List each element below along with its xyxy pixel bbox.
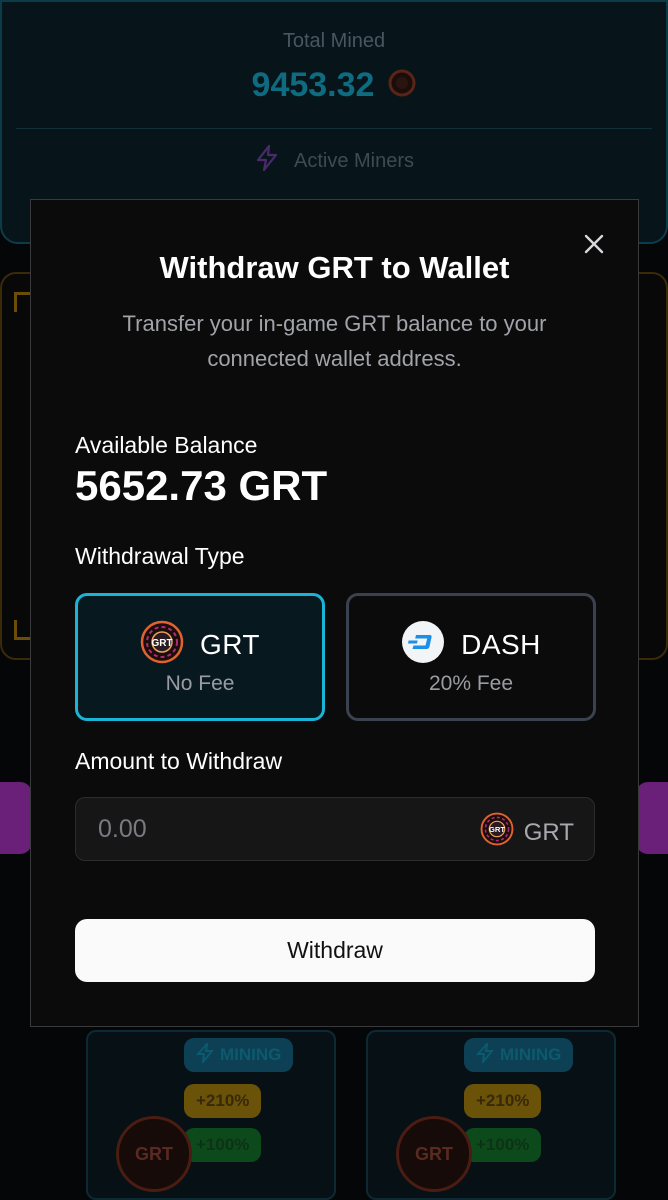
total-mined-label: Total Mined (282, 30, 386, 52)
withdraw-modal: Withdraw GRT to Wallet Transfer your in-… (30, 199, 639, 1027)
withdrawal-type-fee: No Fee (165, 672, 235, 695)
mining-status-label: MINING (500, 1045, 562, 1064)
mining-status-label: MINING (220, 1045, 282, 1064)
miner-card: MINING +210% +100% GRT (86, 1030, 336, 1200)
active-miners-label: Active Miners (293, 149, 415, 172)
available-balance-value: 5652.73 GRT (75, 462, 328, 509)
amount-unit: GRT GRT (480, 812, 574, 853)
total-mined-row: 9453.32 (2, 66, 666, 105)
boost-badge: +100% (184, 1128, 262, 1162)
withdrawal-type-header: DASH (349, 620, 593, 669)
withdrawal-type-label: Withdrawal Type (75, 543, 245, 569)
miner-card: MINING +210% +100% GRT (366, 1030, 616, 1200)
lightning-icon (475, 1040, 495, 1068)
miner-coin-icon: GRT (396, 1116, 472, 1192)
withdrawal-type-grt[interactable]: GRT GRT No Fee (75, 593, 325, 721)
amount-unit-label: GRT (523, 818, 574, 846)
background-purple-button (636, 782, 668, 854)
withdrawal-type-name: GRT (199, 628, 261, 660)
modal-title: Withdraw GRT to Wallet (159, 250, 510, 285)
lightning-icon (195, 1040, 215, 1068)
withdraw-button[interactable]: Withdraw (75, 919, 595, 982)
withdrawal-type-header: GRT GRT (78, 620, 322, 669)
mining-status-badge: MINING (464, 1038, 574, 1072)
mining-status-badge: MINING (184, 1038, 294, 1072)
boost-badge: +100% (464, 1128, 542, 1162)
dash-icon (401, 620, 445, 669)
withdrawal-type-name: DASH (461, 628, 541, 660)
boost-badge: +210% (464, 1084, 542, 1118)
lightning-icon (254, 144, 280, 178)
grt-coin-icon (388, 69, 416, 102)
available-balance-label: Available Balance (75, 432, 258, 458)
grt-coin-icon: GRT (140, 620, 184, 669)
total-mined-value: 9453.32 (251, 66, 375, 104)
amount-label: Amount to Withdraw (75, 748, 283, 774)
grt-coin-icon: GRT (480, 812, 514, 853)
amount-field[interactable]: GRT GRT (75, 797, 595, 861)
miner-coin-icon: GRT (116, 1116, 192, 1192)
withdrawal-type-fee: 20% Fee (428, 672, 514, 695)
boost-badge: +210% (184, 1084, 262, 1118)
svg-text:GRT: GRT (151, 638, 172, 649)
background-purple-button (0, 782, 32, 854)
modal-description: Transfer your in-game GRT balance to you… (122, 311, 547, 371)
amount-input[interactable] (98, 798, 438, 860)
active-miners-row: Active Miners (2, 144, 666, 178)
withdrawal-type-dash[interactable]: DASH 20% Fee (346, 593, 596, 721)
stats-divider (16, 128, 652, 129)
svg-text:GRT: GRT (489, 825, 506, 834)
